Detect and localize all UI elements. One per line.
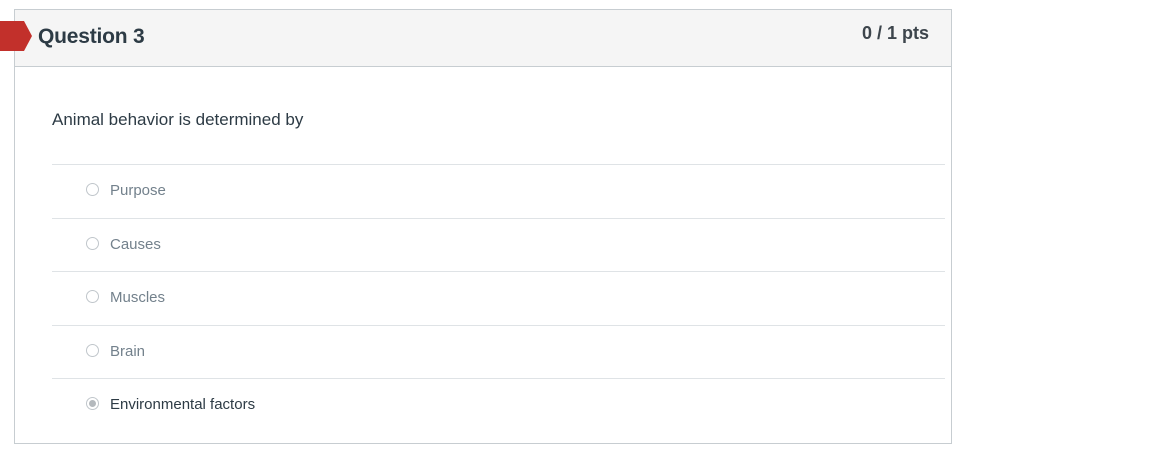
question-title: Question 3 [38, 25, 145, 48]
answer-option[interactable]: Muscles [52, 271, 945, 325]
radio-button-selected[interactable] [86, 397, 99, 410]
radio-button[interactable] [86, 343, 99, 357]
answer-option[interactable]: Purpose [52, 164, 945, 218]
answer-label: Brain [110, 342, 146, 360]
answer-label: Purpose [110, 182, 166, 199]
radio-button[interactable] [86, 290, 99, 303]
incorrect-answer-flag-icon [0, 21, 32, 51]
answer-list: Purpose Causes Muscles Brain Environment… [52, 164, 945, 432]
question-text: Animal behavior is determined by [52, 110, 304, 129]
radio-button[interactable] [86, 183, 99, 196]
answer-label: Causes [110, 235, 161, 253]
question-points: 0 / 1 pts [861, 23, 929, 43]
answer-option[interactable]: Brain [52, 324, 945, 379]
answer-option[interactable]: Causes [52, 217, 945, 272]
answer-label: Environmental factors [110, 396, 256, 413]
question-card: Question 3 0 / 1 pts Animal behavior is … [14, 9, 952, 444]
answer-label: Muscles [110, 289, 166, 306]
question-header: Question 3 0 / 1 pts [15, 10, 951, 67]
radio-button[interactable] [86, 236, 99, 250]
answer-option-selected[interactable]: Environmental factors [52, 378, 945, 432]
